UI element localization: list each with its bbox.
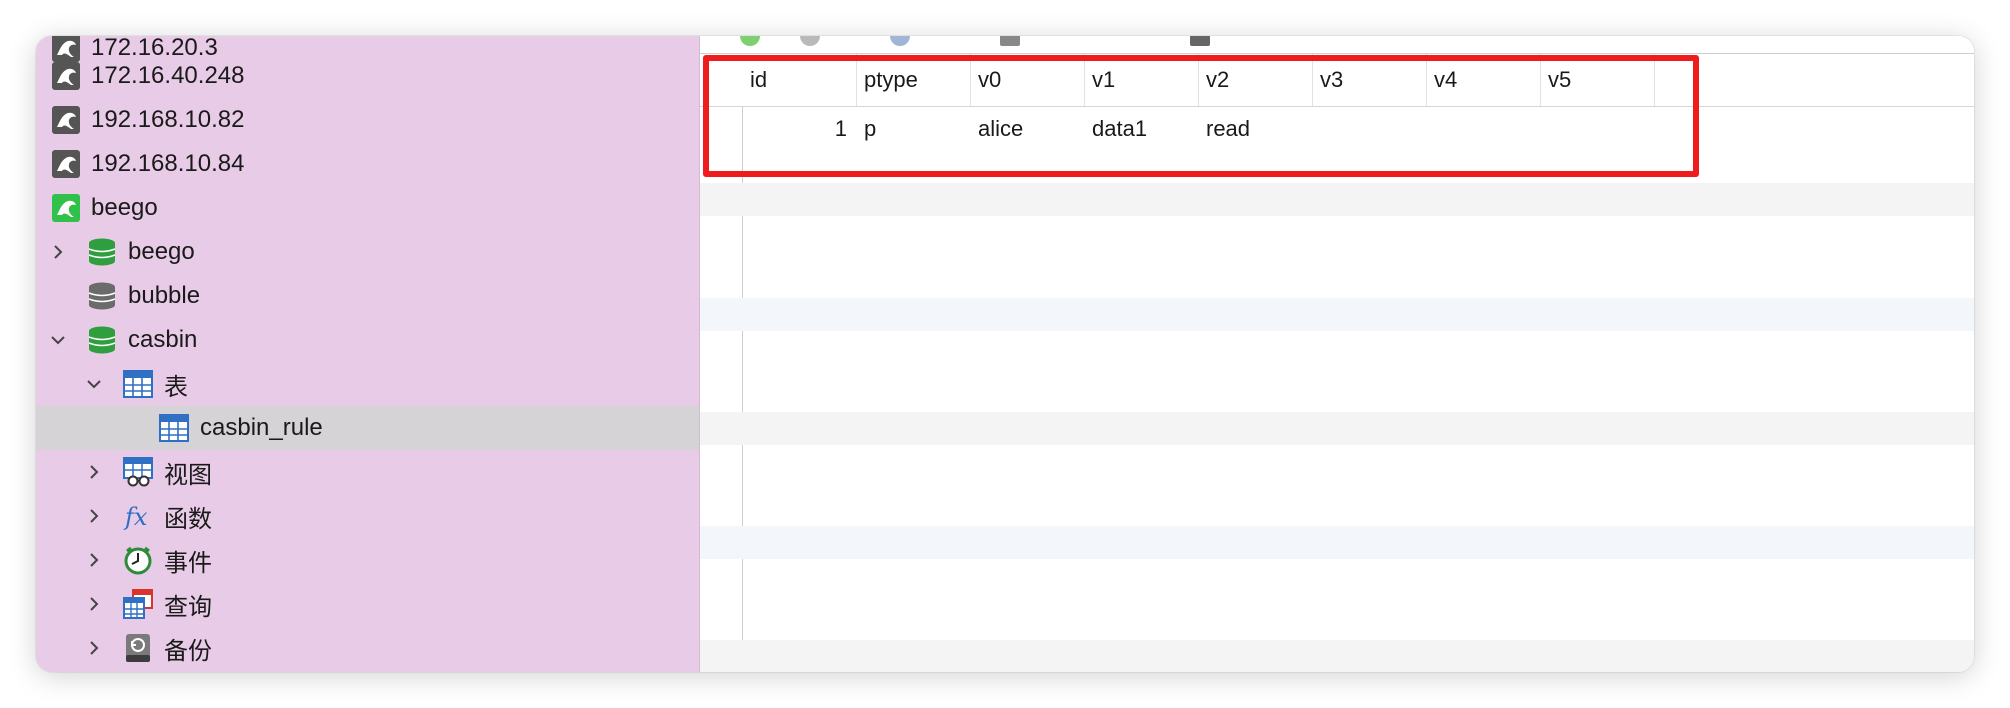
- grid-row-stripe: [700, 298, 1974, 331]
- database-label: bubble: [128, 282, 201, 309]
- database-item[interactable]: bubble: [36, 274, 699, 318]
- chevron-right-icon[interactable]: [82, 460, 106, 484]
- cell-v5[interactable]: [1541, 107, 1655, 151]
- mysql-connection-icon: [51, 61, 81, 91]
- cell-v2[interactable]: read: [1199, 107, 1313, 151]
- column-header-id[interactable]: id: [743, 54, 857, 106]
- chevron-right-icon[interactable]: [46, 240, 70, 264]
- cell-v0[interactable]: alice: [971, 107, 1085, 151]
- database-icon: [87, 325, 117, 355]
- tree-group-views[interactable]: 视图: [36, 450, 699, 494]
- toolbar-refresh-icon[interactable]: [800, 36, 820, 46]
- database-label: beego: [128, 238, 195, 265]
- app-window: 172.16.20.3 172.16.40.248 192.168.10.82 …: [36, 36, 1974, 672]
- cell-v3[interactable]: [1313, 107, 1427, 151]
- connection-label: 192.168.10.84: [91, 150, 245, 177]
- column-header-v4[interactable]: v4: [1427, 54, 1541, 106]
- chevron-right-icon[interactable]: [82, 636, 106, 660]
- database-item[interactable]: casbin: [36, 318, 699, 362]
- column-header-ptype[interactable]: ptype: [857, 54, 971, 106]
- column-header-v5[interactable]: v5: [1541, 54, 1655, 106]
- toolbar-export-icon[interactable]: [1190, 36, 1210, 46]
- column-header-v2[interactable]: v2: [1199, 54, 1313, 106]
- cell-v4[interactable]: [1427, 107, 1541, 151]
- tree-group-backups[interactable]: 备份: [36, 626, 699, 670]
- chevron-right-icon[interactable]: [82, 504, 106, 528]
- connection-label: 172.16.40.248: [91, 62, 245, 89]
- group-label: 事件: [164, 549, 212, 577]
- backup-icon: [123, 633, 153, 663]
- cell-id[interactable]: 1: [743, 107, 857, 151]
- data-grid-panel: id ptype v0 v1 v2 v3 v4 v5 1 p alice dat…: [700, 36, 1974, 672]
- mysql-connection-icon: [51, 105, 81, 135]
- connection-item[interactable]: 172.16.40.248: [36, 54, 699, 98]
- toolbar-add-icon[interactable]: [740, 36, 760, 46]
- column-header-v3[interactable]: v3: [1313, 54, 1427, 106]
- chevron-right-icon[interactable]: [82, 592, 106, 616]
- mysql-connection-icon: [51, 149, 81, 179]
- table-label: casbin_rule: [200, 414, 323, 441]
- database-item[interactable]: beego: [36, 230, 699, 274]
- mysql-connection-icon: [51, 193, 81, 223]
- event-clock-icon: [123, 545, 153, 575]
- grid-header: id ptype v0 v1 v2 v3 v4 v5: [700, 54, 1974, 107]
- view-icon: [123, 457, 153, 487]
- function-icon: fx: [123, 501, 153, 531]
- column-header-v0[interactable]: v0: [971, 54, 1085, 106]
- tree-group-events[interactable]: 事件: [36, 538, 699, 582]
- group-label: 表: [164, 373, 188, 401]
- chevron-right-icon[interactable]: [82, 548, 106, 572]
- table-icon: [159, 413, 189, 443]
- group-label: 查询: [164, 593, 212, 621]
- column-header-v1[interactable]: v1: [1085, 54, 1199, 106]
- toolbar-grid-icon[interactable]: [1000, 36, 1020, 46]
- group-label: 视图: [164, 461, 212, 489]
- chevron-down-icon[interactable]: [82, 372, 106, 396]
- svg-text:fx: fx: [123, 503, 148, 531]
- grid-row-stripe: [700, 640, 1974, 672]
- grid-row-stripe: [700, 183, 1974, 216]
- chevron-down-icon[interactable]: [46, 328, 70, 352]
- query-icon: [123, 589, 153, 619]
- grid-row-stripe: [700, 526, 1974, 559]
- connection-item-active[interactable]: beego: [36, 186, 699, 230]
- tree-group-functions[interactable]: fx 函数: [36, 494, 699, 538]
- database-icon: [87, 281, 117, 311]
- group-label: 函数: [164, 505, 212, 533]
- database-label: casbin: [128, 326, 198, 353]
- connection-label: 192.168.10.82: [91, 106, 245, 133]
- tree-group-queries[interactable]: 查询: [36, 582, 699, 626]
- tree-group-tables[interactable]: 表: [36, 362, 699, 406]
- grid-row-stripe: [700, 412, 1974, 445]
- row-gutter: [700, 54, 743, 672]
- group-label: 备份: [164, 637, 212, 665]
- toolbar: [700, 36, 1974, 54]
- connection-label: beego: [91, 194, 158, 221]
- cell-v1[interactable]: data1: [1085, 107, 1199, 151]
- database-icon: [87, 237, 117, 267]
- table-group-icon: [123, 369, 153, 399]
- table-item-casbin-rule[interactable]: casbin_rule: [36, 406, 699, 450]
- object-browser-sidebar: 172.16.20.3 172.16.40.248 192.168.10.82 …: [36, 36, 700, 672]
- connection-item[interactable]: 192.168.10.82: [36, 98, 699, 142]
- connection-item[interactable]: 192.168.10.84: [36, 142, 699, 186]
- cell-ptype[interactable]: p: [857, 107, 971, 151]
- toolbar-filter-icon[interactable]: [890, 36, 910, 46]
